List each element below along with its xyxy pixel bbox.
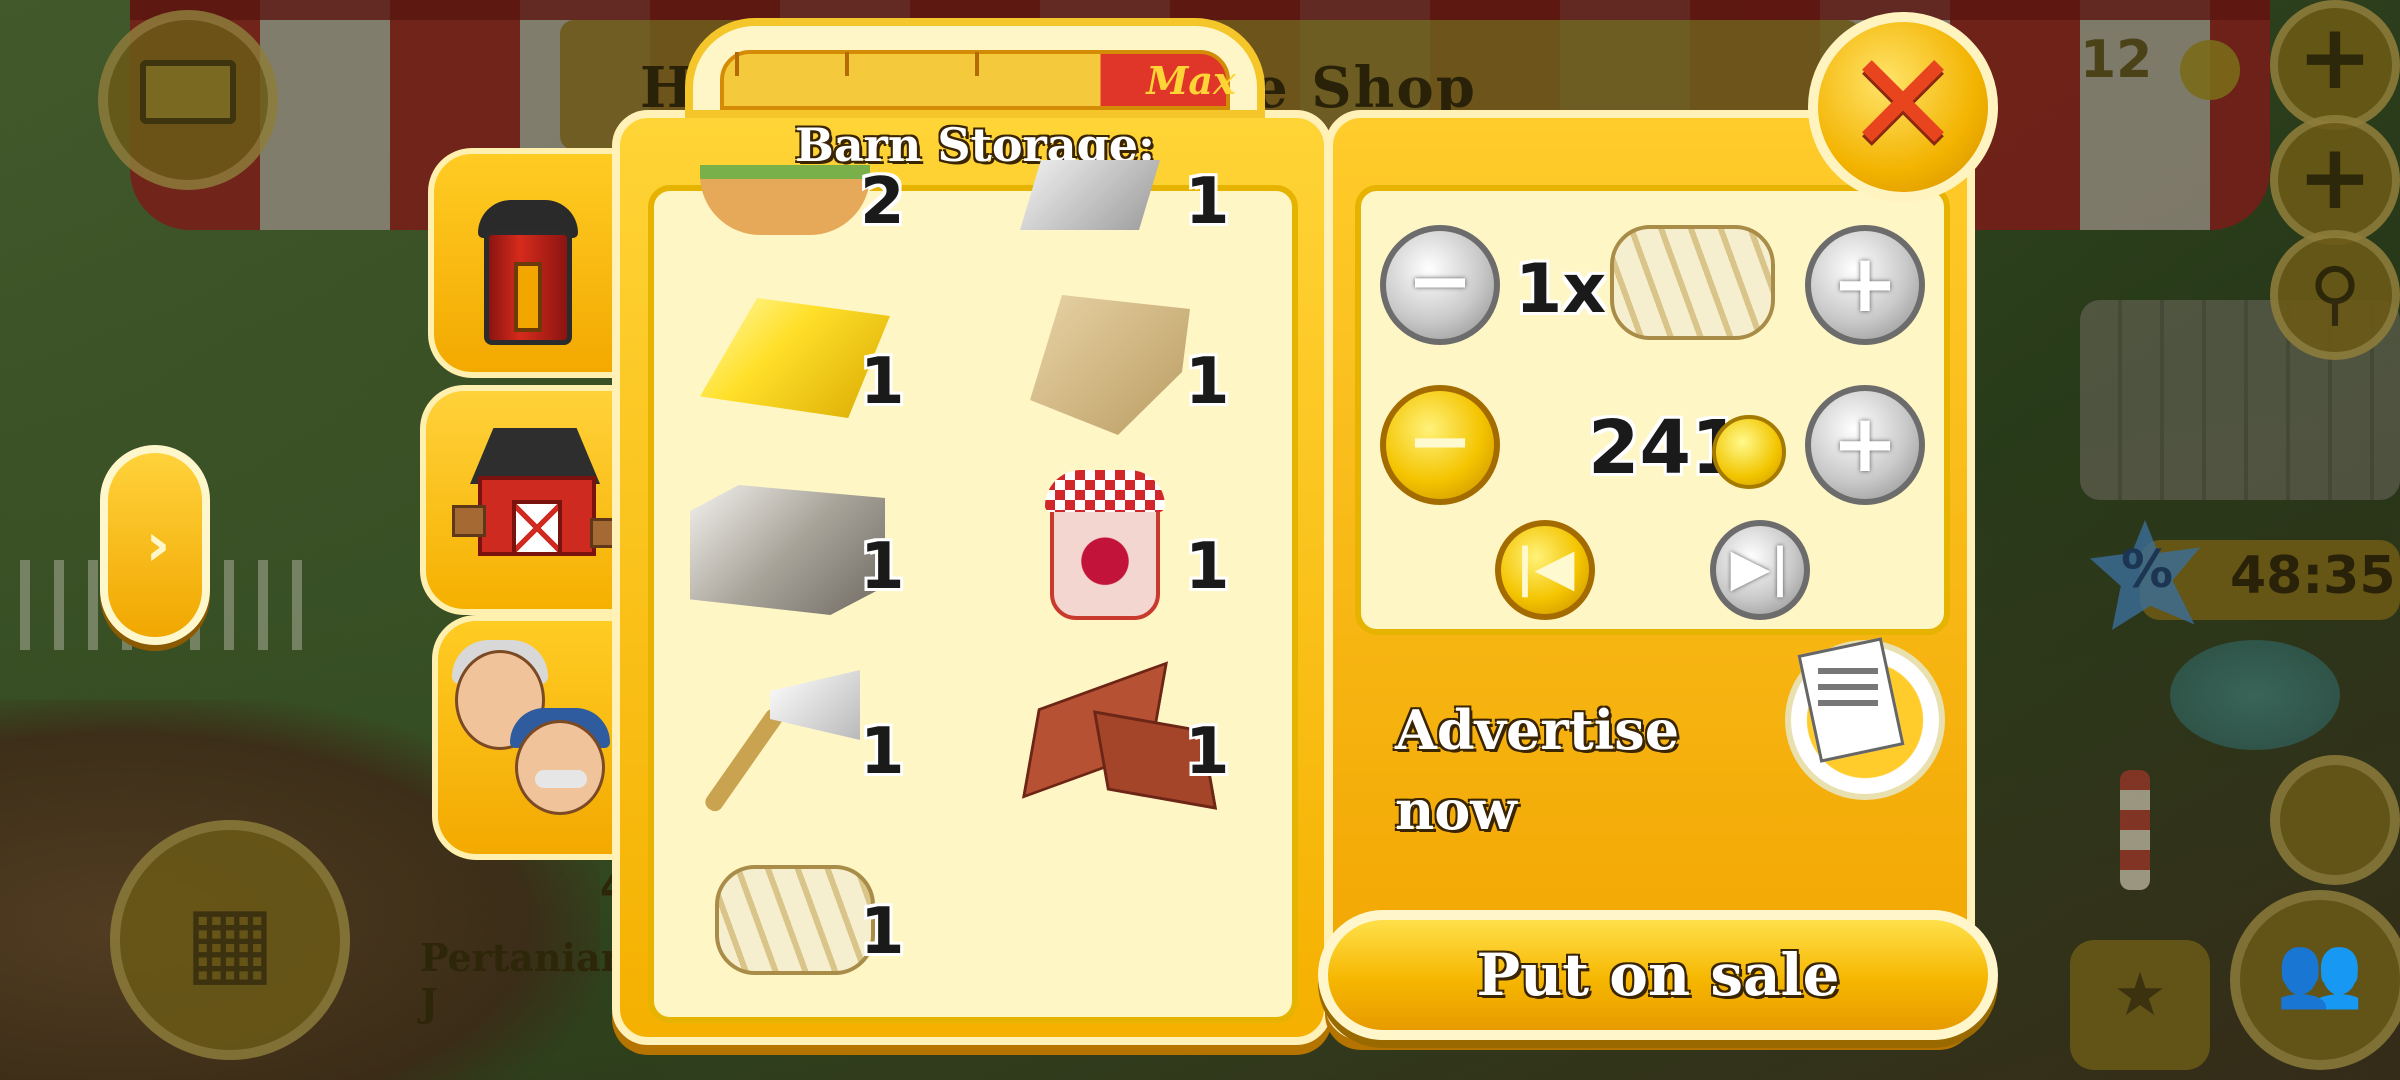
grandpa-face	[515, 720, 605, 815]
increase-quantity-button[interactable]: +	[1805, 225, 1925, 345]
cash-register-icon: ▦	[184, 884, 276, 996]
search-button[interactable]: ⚲	[2270, 230, 2400, 360]
item-qty: 1	[1185, 165, 1230, 239]
boost-timer: 48:35	[2230, 546, 2396, 606]
item-qty: 1	[1185, 345, 1230, 419]
put-on-sale-label: Put on sale	[1476, 941, 1840, 1009]
barber-post	[2120, 770, 2150, 890]
platinum-bar-icon[interactable]	[690, 485, 885, 615]
storage-max-label: Max	[1146, 58, 1236, 103]
decrease-quantity-button[interactable]: −	[1380, 225, 1500, 345]
silo-icon-window	[514, 262, 542, 332]
min-price-button[interactable]: |◀	[1495, 520, 1595, 620]
newspaper-line	[1818, 684, 1878, 690]
sale-quantity: 1x	[1515, 250, 1607, 329]
newspaper-line	[1818, 668, 1878, 674]
newspaper-line	[1818, 700, 1878, 706]
item-qty: 1	[1185, 530, 1230, 604]
close-icon: ✕	[1844, 23, 1962, 186]
coin-icon	[2180, 40, 2240, 100]
coin-balance: 12	[2080, 30, 2153, 90]
pond	[2170, 640, 2340, 750]
crate-icon	[452, 505, 486, 537]
cloth-icon[interactable]	[715, 865, 875, 975]
moustache	[535, 770, 587, 788]
meter-tick	[735, 52, 739, 76]
expand-button[interactable]	[2270, 755, 2400, 885]
add-diamonds-button[interactable]: +	[2270, 115, 2400, 245]
sale-price: 241	[1588, 405, 1743, 491]
friends-icon: 👥	[2276, 930, 2364, 1012]
chevron-right-icon: ›	[145, 510, 171, 580]
item-qty: 2	[860, 165, 905, 239]
add-coins-button[interactable]: +	[2270, 0, 2400, 130]
coin-icon	[1712, 415, 1786, 489]
item-qty: 1	[860, 345, 905, 419]
item-qty: 1	[1185, 715, 1230, 789]
meter-tick	[845, 52, 849, 76]
max-price-button[interactable]: ▶|	[1710, 520, 1810, 620]
percent-icon: %	[2120, 540, 2174, 600]
item-qty: 1	[860, 715, 905, 789]
envelope-icon	[140, 60, 236, 124]
increase-price-button[interactable]: +	[1805, 385, 1925, 505]
meter-tick	[975, 52, 979, 76]
item-qty: 1	[860, 895, 905, 969]
silver-bar-icon[interactable]	[1020, 160, 1160, 230]
jam-lid	[1045, 470, 1165, 512]
advertise-label: Advertise now	[1395, 698, 1680, 842]
barn-icon-door	[512, 500, 562, 556]
decrease-price-button[interactable]: −	[1380, 385, 1500, 505]
farm-name: Pertanian J	[420, 935, 629, 1025]
selected-item-cloth-icon	[1610, 225, 1775, 340]
cards-icon: ★	[2113, 960, 2167, 1030]
item-qty: 1	[860, 530, 905, 604]
awning-edge	[130, 0, 2270, 20]
